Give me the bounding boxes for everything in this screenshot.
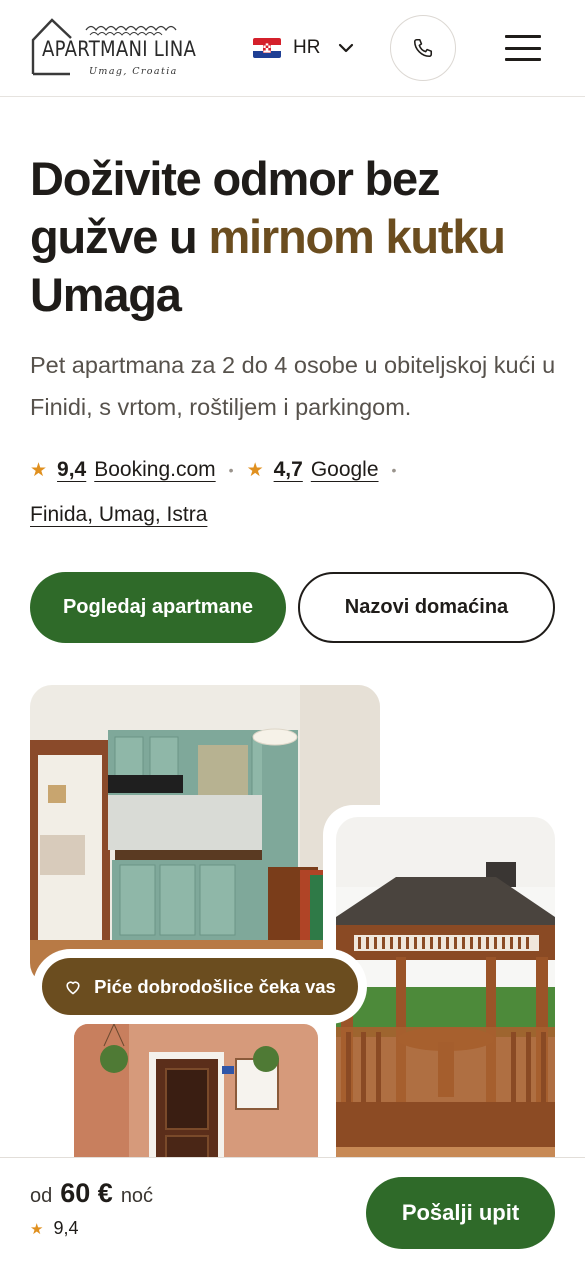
price-unit: noć xyxy=(120,1185,154,1207)
google-rating-link[interactable]: Google xyxy=(311,458,379,482)
price-display: od 60 € noć xyxy=(30,1178,153,1209)
bottom-rating: ★ 9,4 xyxy=(30,1218,78,1239)
site-logo[interactable]: APARTMANI LINA Umag, Croatia xyxy=(30,16,197,80)
welcome-drink-text: Piće dobrodošlice čeka vas xyxy=(94,975,336,997)
site-header: APARTMANI LINA Umag, Croatia HR xyxy=(0,0,585,97)
separator-dot: • xyxy=(228,462,234,478)
star-icon: ★ xyxy=(246,459,264,481)
separator-dot: • xyxy=(391,462,397,478)
booking-rating-value[interactable]: 9,4 xyxy=(57,458,86,482)
language-selector[interactable]: HR xyxy=(253,34,354,62)
star-icon: ★ xyxy=(30,459,48,481)
welcome-drink-badge: Piće dobrodošlice čeka vas xyxy=(42,958,358,1015)
hamburger-menu-icon[interactable] xyxy=(505,33,541,63)
hero-title-accent: mirnom kutku xyxy=(208,210,506,263)
ratings-row: ★ 9,4 Booking.com • ★ 4,7 Google • xyxy=(30,454,409,486)
star-icon: ★ xyxy=(30,1220,44,1238)
language-label: HR xyxy=(293,37,321,58)
price-from-label: od xyxy=(30,1185,53,1207)
gazebo-photo xyxy=(336,817,555,1177)
price-value: 60 € xyxy=(60,1178,113,1208)
hero-title: Doživite odmor bez gužve u mirnom kutku … xyxy=(30,150,560,324)
booking-rating-link[interactable]: Booking.com xyxy=(94,458,215,482)
google-rating-value[interactable]: 4,7 xyxy=(274,458,303,482)
hero-subtitle: Pet apartmana za 2 do 4 osobe u obiteljs… xyxy=(30,352,556,420)
phone-icon xyxy=(413,38,433,58)
chevron-down-icon xyxy=(339,43,354,53)
call-host-button[interactable]: Nazovi domaćina xyxy=(298,572,555,643)
logo-title: APARTMANI LINA xyxy=(42,37,197,61)
hero-title-part2: Umaga xyxy=(30,268,182,321)
bottom-booking-bar: od 60 € noć ★ 9,4 Pošalji upit xyxy=(0,1157,585,1266)
location-link[interactable]: Finida, Umag, Istra xyxy=(30,503,207,527)
send-inquiry-button[interactable]: Pošalji upit xyxy=(366,1177,555,1249)
logo-subtitle: Umag, Croatia xyxy=(89,66,178,77)
bottom-rating-value: 9,4 xyxy=(53,1218,79,1238)
call-button[interactable] xyxy=(390,15,456,81)
heart-icon xyxy=(66,980,80,994)
croatia-flag-icon xyxy=(253,38,281,58)
view-apartments-button[interactable]: Pogledaj apartmane xyxy=(30,572,286,643)
